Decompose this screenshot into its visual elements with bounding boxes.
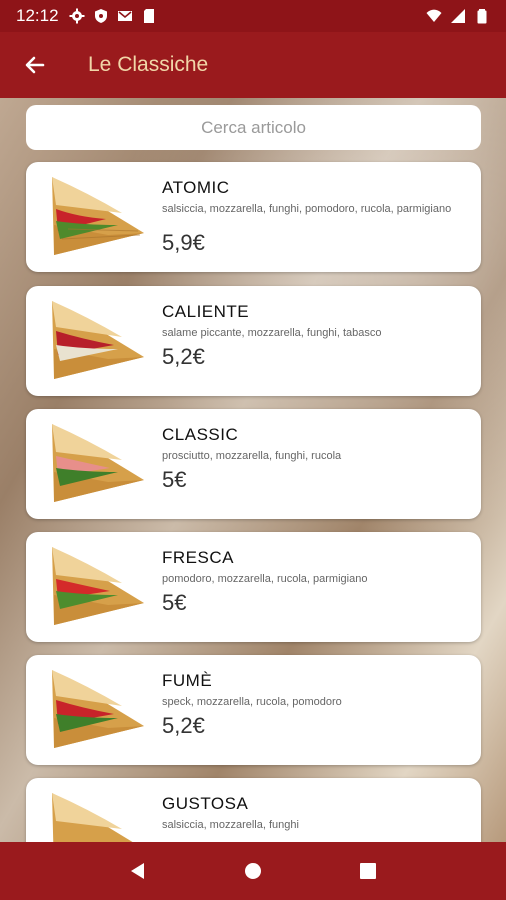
item-name: FRESCA	[162, 548, 234, 567]
item-name: CLASSIC	[162, 425, 239, 444]
item-ingredients: salsiccia, mozzarella, funghi	[162, 819, 299, 831]
arrow-left-icon	[25, 56, 45, 74]
menu-item-card[interactable]: FRESCA pomodoro, mozzarella, rucola, par…	[26, 532, 481, 642]
gear-icon	[69, 8, 85, 24]
nav-home-button[interactable]	[233, 851, 273, 891]
piadina-image	[52, 424, 144, 502]
gmail-icon	[117, 11, 132, 21]
back-button[interactable]	[0, 32, 70, 98]
item-ingredients: pomodoro, mozzarella, rucola, parmigiano	[162, 573, 368, 585]
item-name: ATOMIC	[162, 178, 230, 197]
battery-icon	[477, 9, 487, 24]
item-ingredients: speck, mozzarella, rucola, pomodoro	[162, 696, 342, 708]
item-price: 5,2€	[162, 713, 205, 738]
item-name: FUMÈ	[162, 671, 213, 690]
system-nav-bar	[0, 842, 506, 900]
signal-icon	[451, 9, 465, 23]
wifi-icon	[426, 9, 442, 22]
search-input[interactable]: Cerca articolo	[26, 105, 481, 150]
item-price: 5,9€	[162, 230, 205, 255]
recents-square-icon	[360, 863, 377, 879]
app-bar: Le Classiche	[0, 32, 506, 98]
item-ingredients: prosciutto, mozzarella, funghi, rucola	[162, 450, 342, 462]
status-icons-right	[426, 8, 490, 24]
status-time: 12:12	[16, 6, 59, 25]
menu-item-card[interactable]: GUSTOSA salsiccia, mozzarella, funghi	[26, 778, 481, 842]
piadina-image	[52, 547, 144, 625]
piadina-image	[52, 177, 144, 255]
menu-item-card[interactable]: ATOMIC salsiccia, mozzarella, funghi, po…	[26, 162, 481, 272]
menu-item-card[interactable]: CALIENTE salame piccante, mozzarella, fu…	[26, 286, 481, 396]
back-triangle-icon	[130, 863, 144, 879]
menu-item-card[interactable]: FUMÈ speck, mozzarella, rucola, pomodoro…	[26, 655, 481, 765]
menu-item-card[interactable]: CLASSIC prosciutto, mozzarella, funghi, …	[26, 409, 481, 519]
piadina-image	[52, 793, 133, 842]
shield-icon	[94, 9, 107, 23]
status-bar: 12:12	[0, 0, 506, 32]
menu-content[interactable]: Cerca articolo ATOMIC salsiccia, mozzare…	[0, 98, 506, 842]
item-name: GUSTOSA	[162, 794, 249, 813]
item-price: 5,2€	[162, 344, 205, 369]
item-name: CALIENTE	[162, 302, 250, 321]
item-ingredients: salsiccia, mozzarella, funghi, pomodoro,…	[162, 203, 452, 215]
item-ingredients: salame piccante, mozzarella, funghi, tab…	[162, 327, 382, 339]
nav-recents-button[interactable]	[348, 851, 388, 891]
item-price: 5€	[162, 467, 187, 492]
status-icons-left	[69, 8, 157, 24]
piadina-image	[52, 670, 144, 748]
nav-back-button[interactable]	[118, 851, 158, 891]
page-title: Le Classiche	[88, 53, 209, 76]
piadina-image	[52, 301, 144, 379]
sd-card-icon	[143, 9, 154, 23]
item-price: 5€	[162, 590, 187, 615]
home-circle-icon	[244, 863, 261, 879]
